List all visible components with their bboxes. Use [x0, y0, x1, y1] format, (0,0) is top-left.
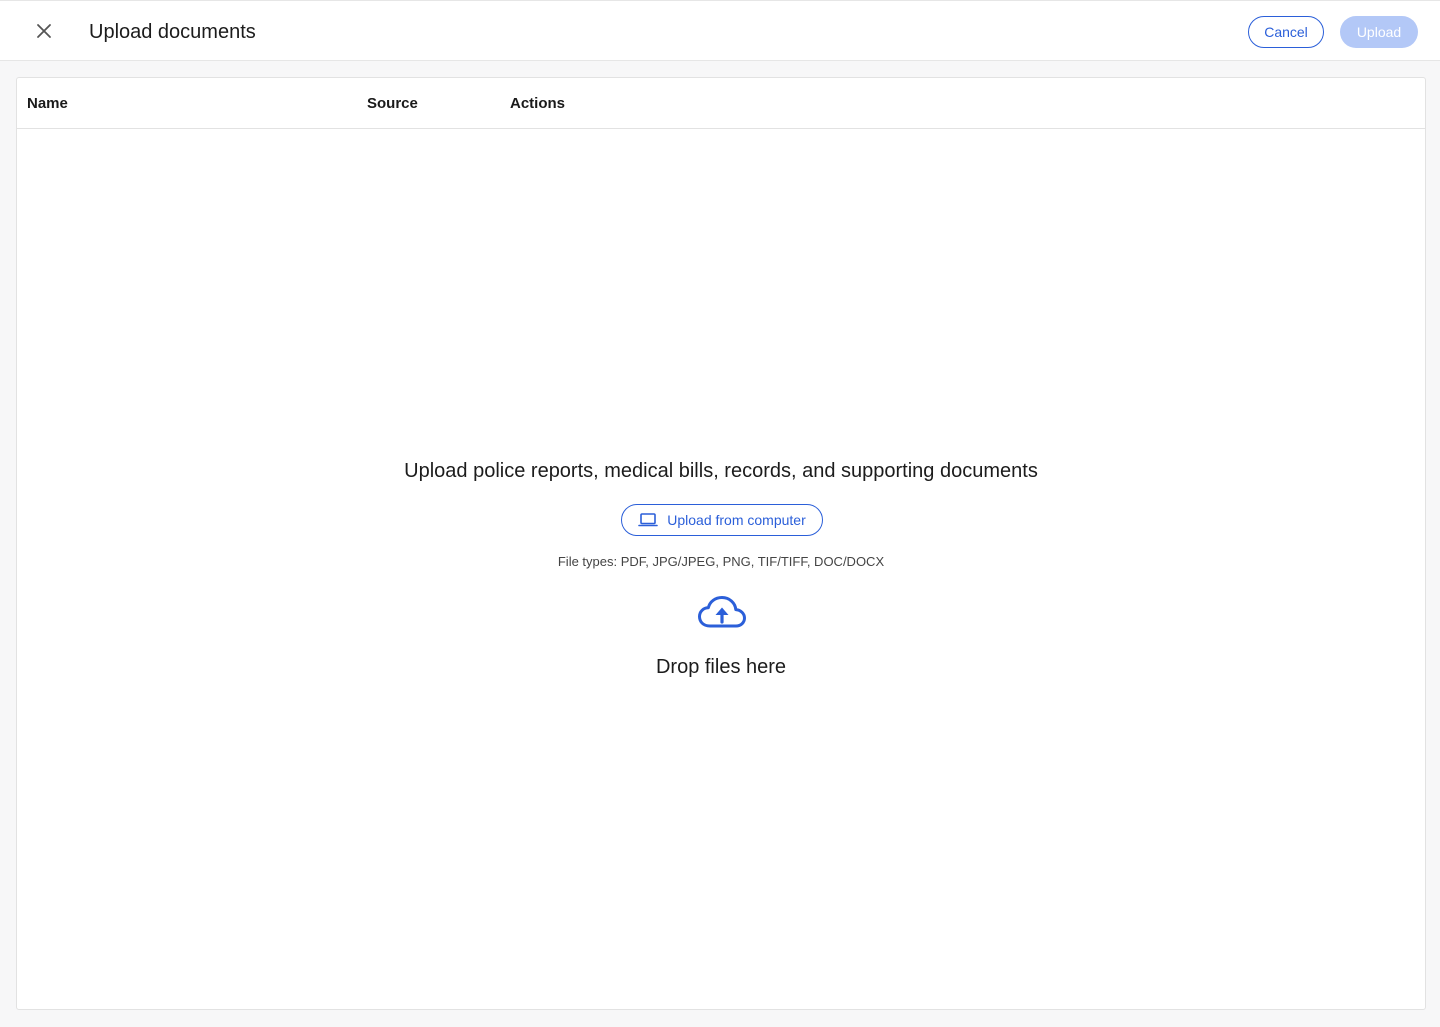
drop-files-text: Drop files here — [655, 656, 787, 678]
table-header: Name Source Actions — [17, 78, 1425, 129]
column-header-actions: Actions — [510, 95, 566, 112]
upload-from-computer-button[interactable]: Upload from computer — [621, 504, 823, 536]
cloud-upload-icon — [697, 594, 747, 630]
close-button[interactable] — [29, 16, 59, 46]
cancel-button[interactable]: Cancel — [1248, 16, 1324, 48]
top-bar: Upload documents Cancel Upload — [0, 0, 1440, 61]
file-types-text: File types: PDF, JPG/JPEG, PNG, TIF/TIFF… — [557, 554, 885, 569]
close-icon — [37, 24, 51, 38]
page-title: Upload documents — [89, 21, 256, 43]
column-header-source[interactable]: Source — [367, 95, 418, 112]
documents-panel: Name Source Actions Upload police report… — [16, 77, 1426, 1010]
upload-from-computer-label: Upload from computer — [667, 512, 806, 528]
dropzone-headline: Upload police reports, medical bills, re… — [404, 460, 1038, 482]
upload-button[interactable]: Upload — [1340, 16, 1418, 48]
drop-zone[interactable]: Upload police reports, medical bills, re… — [17, 130, 1425, 1010]
column-header-name[interactable]: Name — [27, 95, 68, 112]
laptop-icon — [638, 513, 659, 527]
